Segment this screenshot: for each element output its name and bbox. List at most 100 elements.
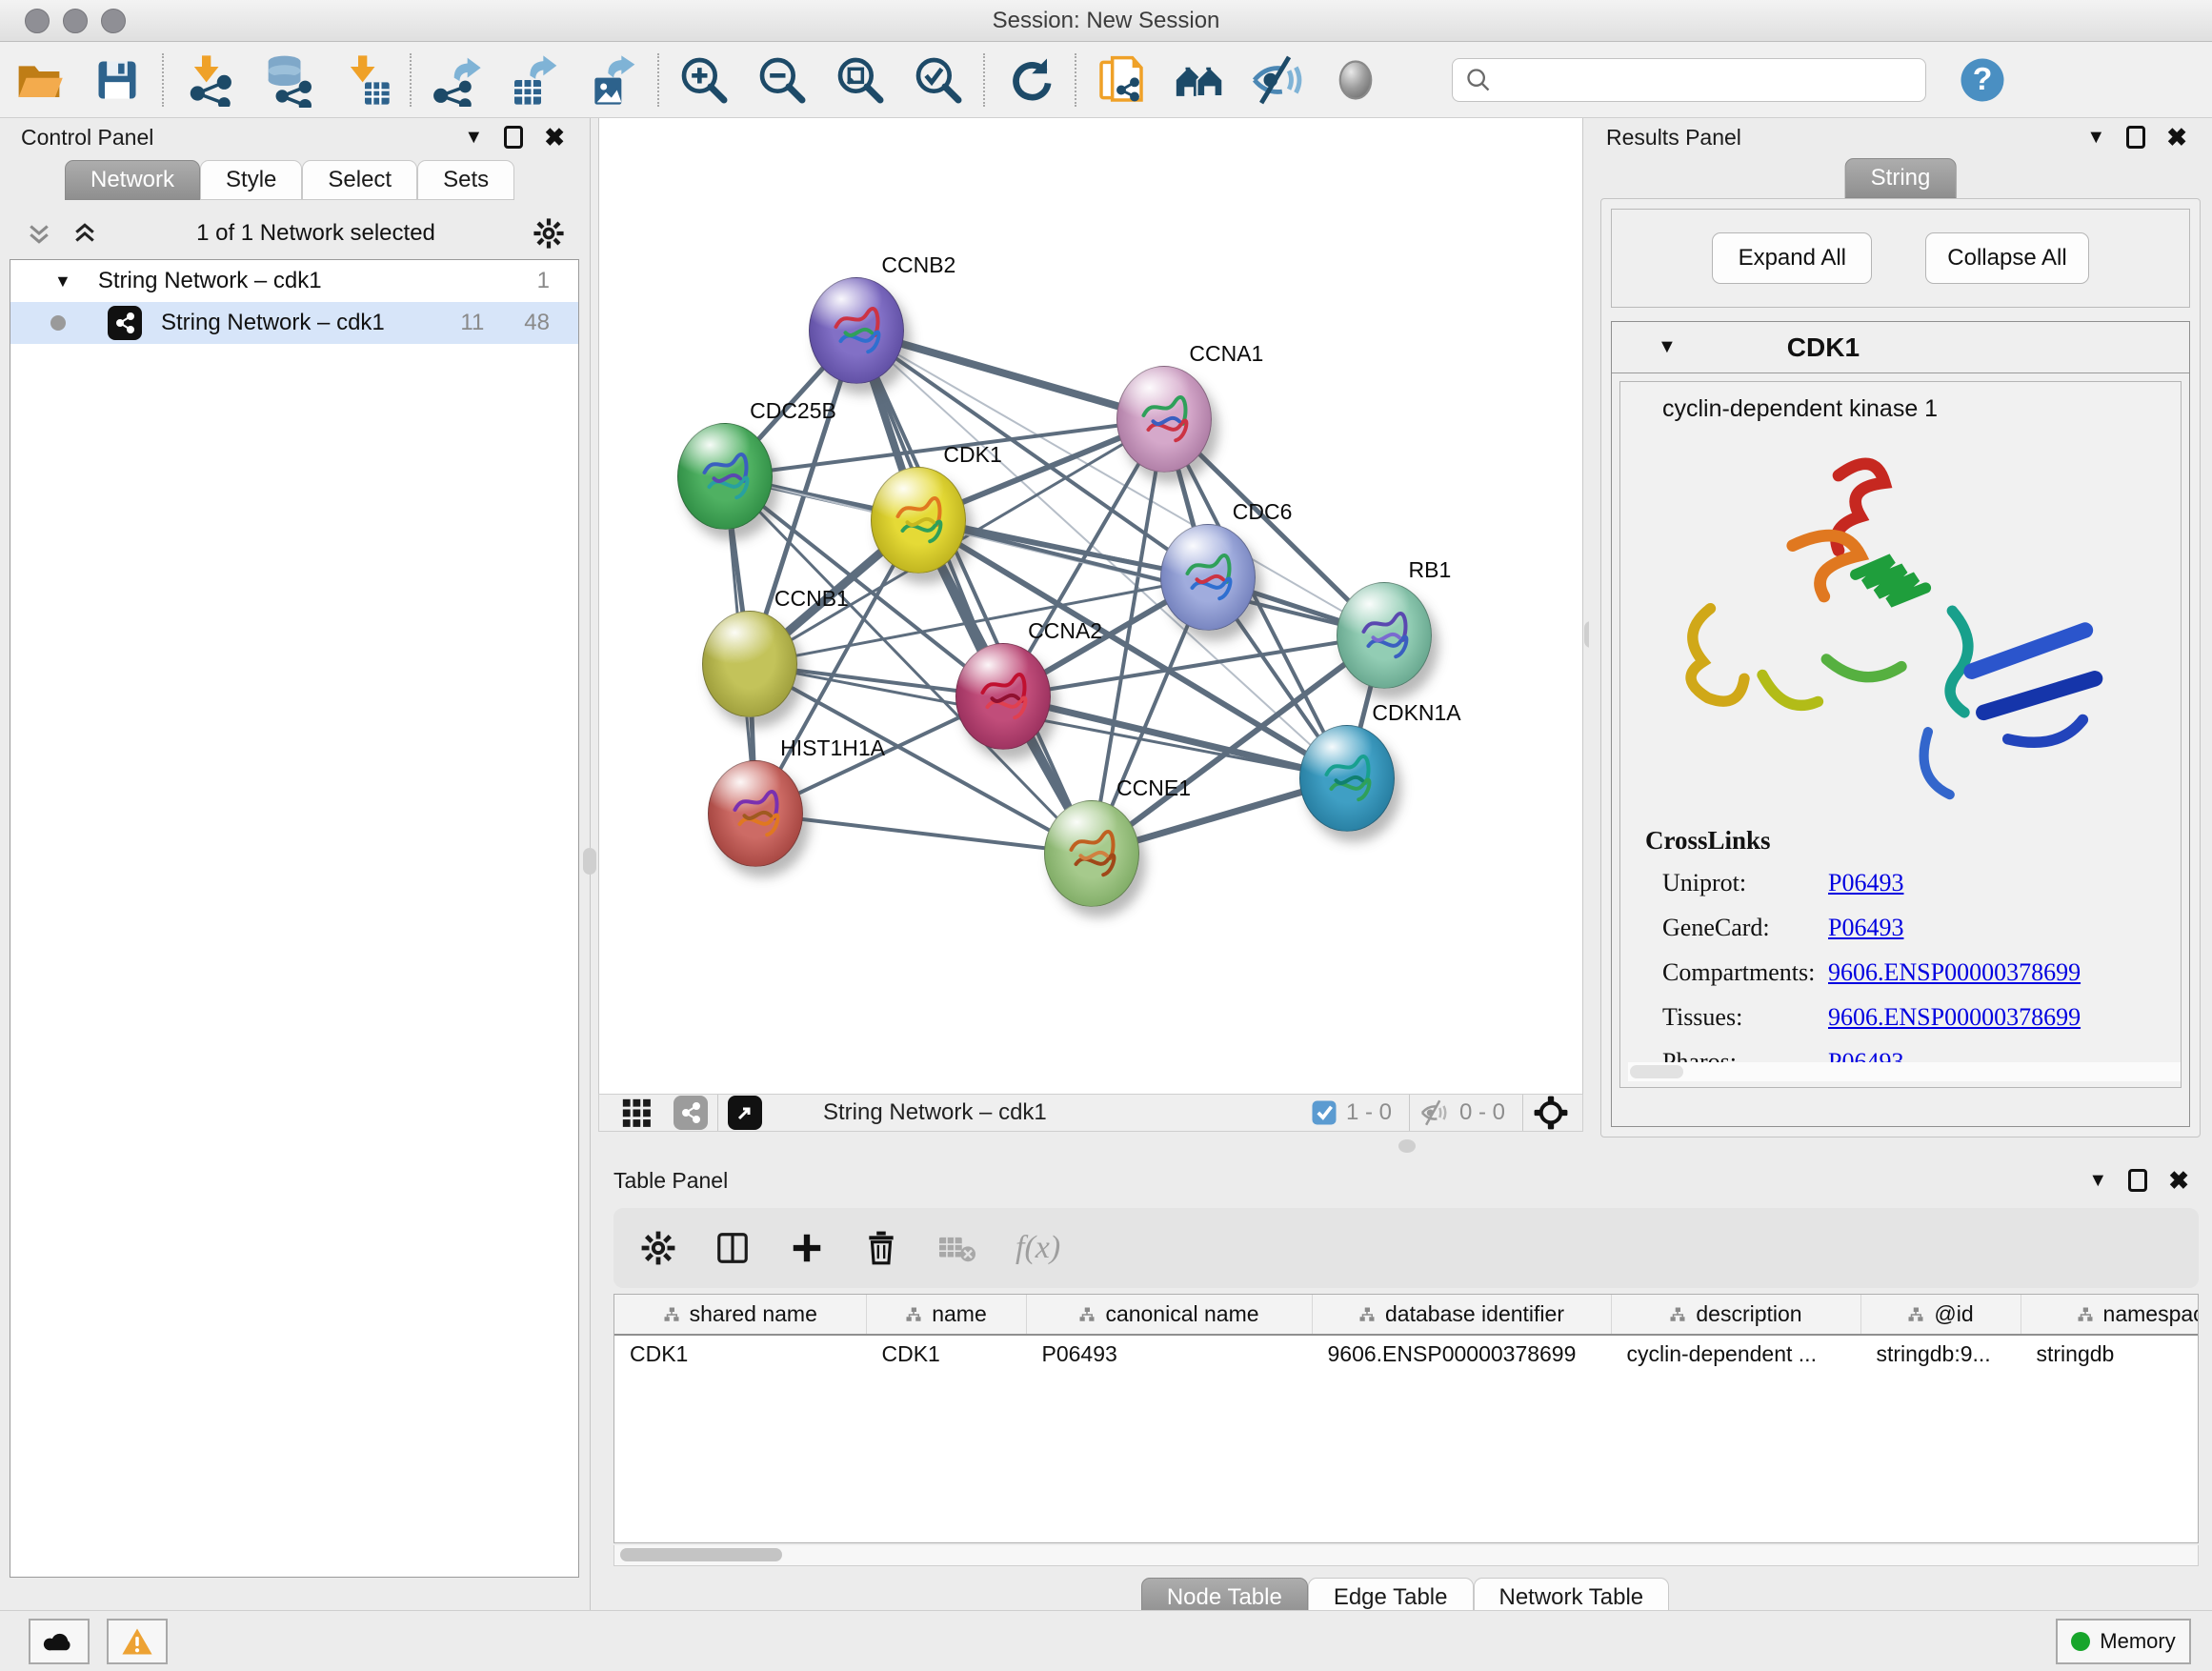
network-node-rb1[interactable] <box>1337 582 1432 689</box>
column-header-name[interactable]: name <box>866 1295 1026 1335</box>
expand-all-icon[interactable] <box>70 219 99 248</box>
crosslink-link-uniprot[interactable]: P06493 <box>1828 869 1903 897</box>
network-edges <box>599 118 1582 1094</box>
zoom-out-button[interactable] <box>743 46 821 114</box>
column-header-namespace[interactable]: namespace <box>2021 1295 2199 1335</box>
crosslink-link-compartments[interactable]: 9606.ENSP00000378699 <box>1828 958 2081 987</box>
panel-float-icon[interactable] <box>2126 126 2145 149</box>
protein-thumbnail <box>1064 826 1121 883</box>
string-query-button[interactable] <box>1082 46 1160 114</box>
tab-network[interactable]: Network <box>65 160 200 200</box>
column-header-description[interactable]: description <box>1611 1295 1860 1335</box>
cell-namespace: stringdb <box>2021 1335 2199 1373</box>
string-glass-effect-button[interactable] <box>1238 46 1317 114</box>
left-splitter-handle[interactable] <box>583 848 596 875</box>
panel-float-icon[interactable] <box>2128 1169 2147 1192</box>
panel-menu-icon[interactable]: ▼ <box>464 127 483 149</box>
hidden-eye-icon[interactable] <box>1419 1098 1452 1127</box>
column-header-shared-name[interactable]: shared name <box>614 1295 866 1335</box>
cell-id: stringdb:9... <box>1860 1335 2021 1373</box>
collapse-all-button[interactable]: Collapse All <box>1925 232 2088 284</box>
node-label-ccne1: CCNE1 <box>1116 775 1191 801</box>
panel-menu-icon[interactable]: ▼ <box>2088 1170 2107 1192</box>
panel-float-icon[interactable] <box>504 126 523 149</box>
network-node-hist1h1a[interactable] <box>708 760 803 867</box>
tab-sets[interactable]: Sets <box>417 160 514 200</box>
zoom-selected-button[interactable] <box>899 46 977 114</box>
fit-selected-icon[interactable] <box>1533 1095 1569 1131</box>
table-row[interactable]: CDK1 CDK1 P06493 9606.ENSP00000378699 cy… <box>614 1335 2199 1373</box>
crosslink-link-tissues[interactable]: 9606.ENSP00000378699 <box>1828 1003 2081 1032</box>
export-network-button[interactable] <box>417 46 495 114</box>
import-network-file-button[interactable] <box>170 46 248 114</box>
network-node-ccne1[interactable] <box>1044 800 1139 907</box>
import-table-button[interactable] <box>326 46 404 114</box>
save-session-button[interactable] <box>78 46 156 114</box>
create-column-plus-icon[interactable] <box>789 1230 825 1266</box>
column-header-id[interactable]: @id <box>1860 1295 2021 1335</box>
zoom-fit-button[interactable] <box>821 46 899 114</box>
column-header-database-identifier[interactable]: database identifier <box>1312 1295 1611 1335</box>
warnings-button[interactable] <box>107 1619 168 1664</box>
expand-all-button[interactable]: Expand All <box>1712 232 1872 284</box>
crosslink-label: GeneCard: <box>1662 914 1815 942</box>
birdseye-view-icon[interactable] <box>728 1096 762 1130</box>
string-labels-button[interactable] <box>1317 46 1395 114</box>
tab-string[interactable]: String <box>1845 158 1957 198</box>
node-label-cdc6: CDC6 <box>1233 499 1293 525</box>
network-row[interactable]: String Network – cdk1 11 48 <box>10 302 578 344</box>
node-table[interactable]: shared name name canonical name database… <box>613 1294 2199 1543</box>
tab-style[interactable]: Style <box>200 160 302 200</box>
tab-select[interactable]: Select <box>302 160 417 200</box>
show-columns-icon[interactable] <box>714 1230 751 1266</box>
cloud-status-button[interactable] <box>29 1619 90 1664</box>
panel-close-icon[interactable]: ✖ <box>544 123 565 152</box>
open-session-button[interactable] <box>0 46 78 114</box>
collapse-all-icon[interactable] <box>25 219 53 248</box>
zoom-selected-icon <box>912 53 965 107</box>
grid-icon[interactable] <box>620 1097 653 1129</box>
panel-close-icon[interactable]: ✖ <box>2168 1166 2189 1196</box>
panel-close-icon[interactable]: ✖ <box>2166 123 2187 152</box>
network-node-ccnb1[interactable] <box>702 611 797 717</box>
import-network-icon <box>182 53 235 107</box>
table-options-gear-icon[interactable] <box>640 1230 676 1266</box>
gear-icon[interactable] <box>533 217 565 250</box>
crosslinks-title: CrossLinks <box>1645 826 2081 856</box>
string-style-icon[interactable] <box>674 1096 708 1130</box>
crosslink-link-genecard[interactable]: P06493 <box>1828 914 1903 942</box>
table-hscrollbar[interactable] <box>613 1545 2199 1566</box>
network-node-ccnb2[interactable] <box>809 277 904 384</box>
toolbar-separator <box>657 53 659 107</box>
network-current-dot <box>50 315 66 331</box>
network-node-cdk1[interactable] <box>871 467 966 574</box>
cell-shared-name: CDK1 <box>614 1335 866 1373</box>
string-home-button[interactable] <box>1160 46 1238 114</box>
column-header-canonical-name[interactable]: canonical name <box>1026 1295 1312 1335</box>
panel-menu-icon[interactable]: ▼ <box>2086 127 2105 149</box>
export-image-button[interactable] <box>573 46 652 114</box>
node-label-ccnb1: CCNB1 <box>774 586 849 612</box>
network-collection-row[interactable]: ▼ String Network – cdk1 1 <box>10 260 578 302</box>
export-table-button[interactable] <box>495 46 573 114</box>
network-node-cdc25b[interactable] <box>677 423 773 530</box>
apply-layout-button[interactable] <box>991 46 1069 114</box>
gene-collapse-icon[interactable]: ▼ <box>1658 336 1677 358</box>
results-hscrollbar[interactable] <box>1628 1062 2182 1081</box>
zoom-in-button[interactable] <box>665 46 743 114</box>
import-network-database-button[interactable] <box>248 46 326 114</box>
delete-column-trash-icon[interactable] <box>863 1230 899 1266</box>
network-node-cdkn1a[interactable] <box>1299 725 1395 832</box>
search-input[interactable] <box>1452 58 1926 102</box>
network-node-ccna2[interactable] <box>955 643 1051 750</box>
protein-thumbnail <box>728 786 785 843</box>
memory-button[interactable]: Memory <box>2056 1619 2191 1664</box>
string-documents-icon <box>1095 53 1148 107</box>
zoom-out-icon <box>755 53 809 107</box>
selected-checkbox-icon[interactable] <box>1310 1098 1338 1127</box>
toolbar-separator <box>410 53 412 107</box>
network-node-cdc6[interactable] <box>1160 524 1256 631</box>
network-canvas[interactable]: CCNB2CCNA1CDC25BCDK1CDC6RB1CCNB1CCNA2CDK… <box>598 118 1583 1094</box>
collection-expand-icon[interactable]: ▼ <box>54 272 71 292</box>
help-button[interactable]: ? <box>1943 46 2021 114</box>
